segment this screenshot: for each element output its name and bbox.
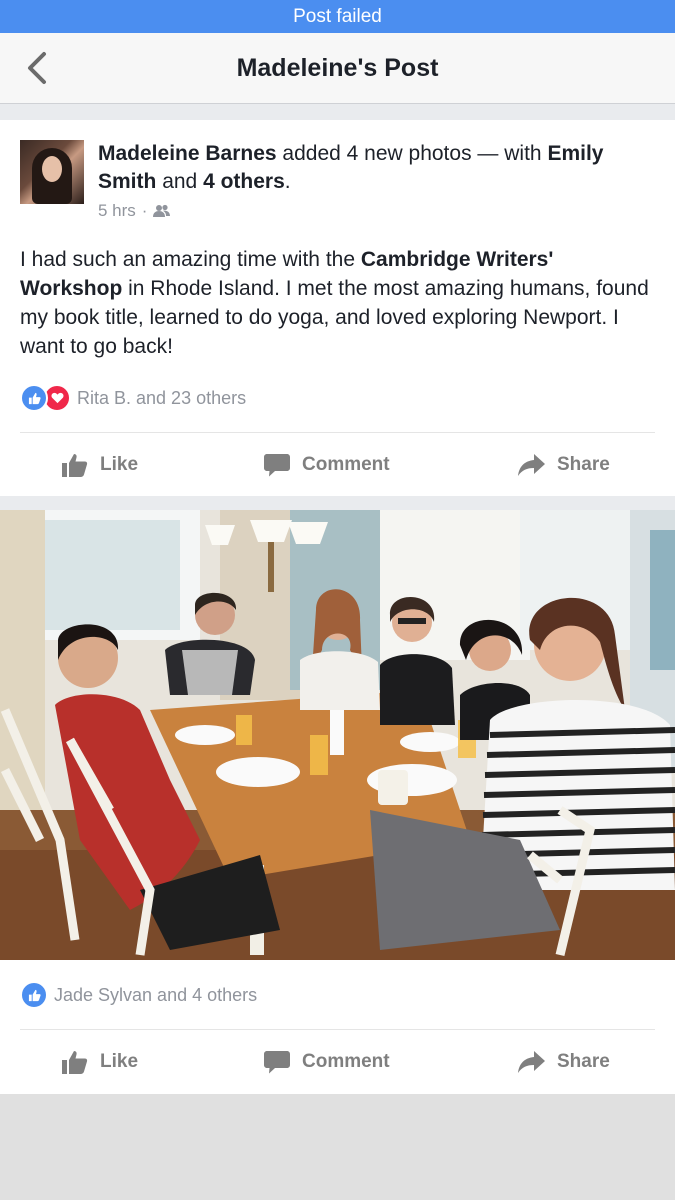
comment-label: Comment xyxy=(302,454,390,475)
post-header: Madeleine Barnes added 4 new photos — wi… xyxy=(98,140,658,196)
feed-bottom-area xyxy=(0,1094,675,1200)
post-body-part1: I had such an amazing time with the xyxy=(20,248,361,271)
comment-button[interactable]: Comment xyxy=(264,1031,390,1093)
like-button[interactable]: Like xyxy=(62,1031,138,1093)
post-meta: 5 hrs · xyxy=(98,201,171,221)
timestamp[interactable]: 5 hrs xyxy=(98,201,136,221)
thumbs-up-icon xyxy=(62,454,88,477)
post-failed-banner: Post failed xyxy=(0,0,675,33)
post-text: I had such an amazing time with the Camb… xyxy=(20,245,660,361)
comment-icon xyxy=(264,1051,290,1074)
comment-label: Comment xyxy=(302,1051,390,1072)
reactions-summary[interactable]: Rita B. and 23 others xyxy=(20,384,246,412)
author-name[interactable]: Madeleine Barnes xyxy=(98,142,277,165)
like-reaction-icon xyxy=(20,981,48,1009)
avatar[interactable] xyxy=(20,140,84,204)
header-period: . xyxy=(284,170,291,193)
photo-reactions-count-text: Jade Sylvan and 4 others xyxy=(54,984,258,1005)
comment-icon xyxy=(264,454,290,477)
status-text: Post failed xyxy=(293,6,382,27)
post-photo[interactable] xyxy=(0,510,675,960)
action-bar: Like Comment Share xyxy=(0,434,675,496)
share-button[interactable]: Share xyxy=(518,434,610,496)
like-button[interactable]: Like xyxy=(62,434,138,496)
meta-separator: · xyxy=(141,201,148,220)
group-photo-image xyxy=(0,510,675,960)
photo-reactions-summary[interactable]: Jade Sylvan and 4 others xyxy=(20,981,257,1009)
thumbs-up-icon xyxy=(62,1051,88,1074)
divider xyxy=(20,1029,655,1030)
back-button[interactable] xyxy=(14,45,60,91)
like-reaction-icon xyxy=(20,384,48,412)
others-link[interactable]: 4 others xyxy=(203,170,285,193)
reactions-count-text: Rita B. and 23 others xyxy=(77,387,247,408)
chevron-left-icon xyxy=(28,52,46,84)
like-label: Like xyxy=(100,1051,139,1072)
comment-button[interactable]: Comment xyxy=(264,434,390,496)
divider xyxy=(20,432,655,433)
share-label: Share xyxy=(557,454,610,475)
like-label: Like xyxy=(100,454,139,475)
share-arrow-icon xyxy=(518,454,545,476)
share-arrow-icon xyxy=(518,1051,545,1073)
and-text: and xyxy=(162,170,198,193)
action-text: added 4 new photos — with xyxy=(282,142,542,165)
friends-icon xyxy=(153,204,171,217)
navigation-bar: Madeleine's Post xyxy=(0,33,675,104)
share-label: Share xyxy=(557,1051,610,1072)
page-title: Madeleine's Post xyxy=(236,54,439,82)
share-button[interactable]: Share xyxy=(518,1031,610,1093)
photo-action-bar: Like Comment Share xyxy=(0,1031,675,1093)
